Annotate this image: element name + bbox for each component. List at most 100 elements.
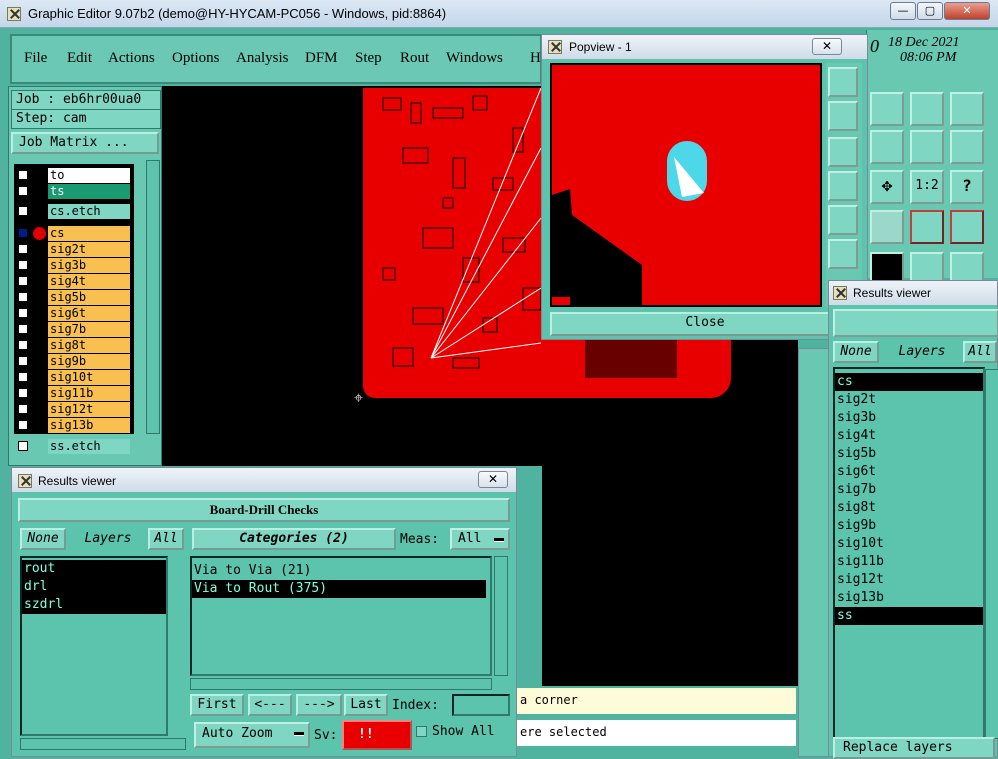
layer-row[interactable]: sig13b [16, 418, 131, 433]
save-icon[interactable] [870, 92, 904, 126]
netlist-icon[interactable] [910, 210, 944, 244]
meas-dropdown[interactable]: All [450, 528, 510, 550]
layer-row[interactable]: sig2t [16, 242, 131, 257]
close-button[interactable]: ✕ [944, 2, 990, 20]
pan-icon[interactable]: ✥ [870, 170, 904, 204]
popview-up-icon[interactable] [828, 101, 858, 131]
results-right-layer-list[interactable]: cs sig2t sig3b sig4t sig5b sig6t sig7b s… [833, 367, 985, 739]
list-item[interactable]: sig7b [835, 481, 983, 499]
menu-windows[interactable]: Windows [446, 50, 503, 67]
layer-row[interactable]: sig12t [16, 402, 131, 417]
popview-canvas[interactable] [550, 63, 822, 307]
categories-hscroll[interactable] [190, 678, 492, 690]
popview-close-icon[interactable]: ✕ [812, 38, 842, 55]
auto-zoom-dropdown[interactable]: Auto Zoom [194, 722, 310, 748]
results-left-layer-list[interactable]: rout drl szdrl [20, 556, 168, 736]
results-left-none-button[interactable]: None [20, 528, 66, 550]
layer-checkbox[interactable] [18, 260, 28, 270]
layer-checkbox[interactable] [18, 170, 28, 180]
layer-row[interactable]: sig8t [16, 338, 131, 353]
menu-file[interactable]: File [24, 50, 47, 67]
menu-edit[interactable]: Edit [67, 50, 92, 67]
zoom-ratio-button[interactable]: 1:2 [910, 170, 944, 204]
next-button[interactable]: ---> [296, 694, 342, 716]
list-item[interactable]: sig2t [835, 391, 983, 409]
layer-checkbox[interactable] [18, 388, 28, 398]
layer-list-scrollbar[interactable] [146, 160, 160, 434]
maximize-button[interactable]: ▢ [917, 2, 943, 20]
list-item[interactable]: sig10t [835, 535, 983, 553]
layer-checkbox[interactable] [18, 244, 28, 254]
layer-row-to[interactable]: to [16, 168, 131, 183]
index-input[interactable] [452, 694, 510, 716]
popview-left-icon[interactable] [828, 171, 858, 201]
list-item[interactable]: Via to Rout (375) [192, 580, 486, 598]
redo-icon[interactable] [950, 130, 984, 164]
list-item[interactable]: ss [835, 607, 983, 625]
replace-layers-button[interactable]: Replace layers [833, 737, 995, 759]
results-right-none-button[interactable]: None [833, 341, 879, 363]
list-item[interactable]: sig12t [835, 571, 983, 589]
layer-checkbox[interactable] [18, 276, 28, 286]
menu-step[interactable]: Step [355, 50, 382, 67]
results-right-scrollbar[interactable] [985, 369, 998, 739]
show-all-checkbox[interactable] [416, 726, 427, 737]
netlist-compare-icon[interactable] [950, 210, 984, 244]
layer-checkbox[interactable] [18, 186, 28, 196]
menu-help[interactable]: H [530, 50, 541, 67]
menu-options[interactable]: Options [172, 50, 220, 67]
layer-checkbox[interactable] [18, 441, 28, 451]
layer-checkbox[interactable] [18, 324, 28, 334]
last-button[interactable]: Last [344, 694, 388, 716]
popview-down-icon[interactable] [828, 137, 858, 167]
list-item[interactable]: sig5b [835, 445, 983, 463]
layer-checkbox[interactable] [18, 340, 28, 350]
layer-row[interactable]: sig7b [16, 322, 131, 337]
menu-actions[interactable]: Actions [108, 50, 155, 67]
minimize-button[interactable]: — [890, 2, 916, 20]
severity-dropdown[interactable]: !! [342, 720, 412, 750]
layer-row-cs-etch[interactable]: cs.etch [16, 204, 131, 219]
job-matrix-button[interactable]: Job Matrix ... [11, 132, 159, 154]
layer-row[interactable]: sig3b [16, 258, 131, 273]
list-item[interactable]: cs [835, 373, 983, 391]
results-right-all-button[interactable]: All [963, 341, 997, 363]
popview-close-button[interactable]: Close [550, 312, 860, 336]
list-item[interactable]: rout [22, 560, 166, 578]
layer-row[interactable]: sig11b [16, 386, 131, 401]
layer-checkbox[interactable] [18, 292, 28, 302]
layer-checkbox[interactable] [18, 372, 28, 382]
window-icon[interactable] [950, 92, 984, 126]
list-item[interactable]: sig3b [835, 409, 983, 427]
layer-row[interactable]: sig4t [16, 274, 131, 289]
layer-checkbox[interactable] [18, 420, 28, 430]
export-icon[interactable] [870, 130, 904, 164]
list-item[interactable]: drl [22, 578, 166, 596]
menu-dfm[interactable]: DFM [305, 50, 338, 67]
layer-row[interactable]: sig6t [16, 306, 131, 321]
undo-icon[interactable] [910, 130, 944, 164]
first-button[interactable]: First [190, 694, 244, 716]
popview-right-icon[interactable] [828, 205, 858, 235]
layer-row[interactable]: sig10t [16, 370, 131, 385]
layer-checkbox[interactable] [18, 206, 28, 216]
layer-row[interactable]: sig9b [16, 354, 131, 369]
layer-checkbox[interactable] [18, 356, 28, 366]
layer-row-cs[interactable]: cs [16, 226, 131, 241]
layer-row-ss-etch[interactable]: ss.etch [16, 439, 131, 454]
layer-row[interactable]: sig5b [16, 290, 131, 305]
layer-checkbox[interactable] [18, 228, 28, 238]
layer-checkbox[interactable] [18, 404, 28, 414]
layer-row-ts[interactable]: ts [16, 184, 131, 199]
results-left-hscroll[interactable] [20, 738, 186, 750]
list-item[interactable]: sig6t [835, 463, 983, 481]
list-item[interactable]: sig13b [835, 589, 983, 607]
results-left-close-icon[interactable]: ✕ [478, 471, 508, 488]
prev-button[interactable]: <--- [248, 694, 292, 716]
grid-icon[interactable] [870, 210, 904, 244]
list-item[interactable]: sig11b [835, 553, 983, 571]
menu-rout[interactable]: Rout [400, 50, 429, 67]
help-button[interactable]: ? [950, 170, 984, 204]
home-icon[interactable] [910, 92, 944, 126]
popview-zoom-icon[interactable] [828, 67, 858, 97]
